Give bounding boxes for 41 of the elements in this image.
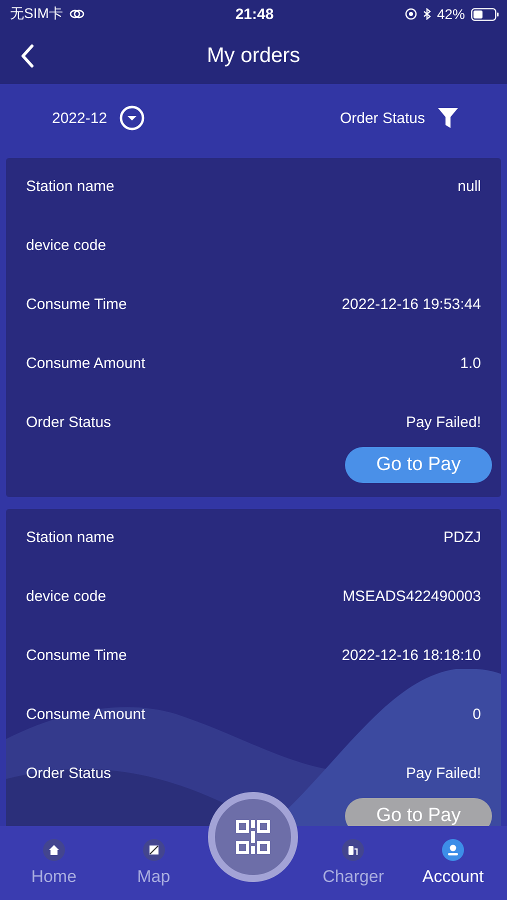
rotation-lock-icon xyxy=(404,8,417,20)
field-label: Consume Time xyxy=(26,647,127,664)
field-label: Consume Time xyxy=(26,296,127,313)
qr-code-icon xyxy=(236,820,270,854)
battery-percent: 42% xyxy=(436,6,465,22)
field-label: device code xyxy=(26,237,106,254)
field-value: 0 xyxy=(472,706,481,723)
filter-icon xyxy=(437,107,459,129)
home-icon xyxy=(48,844,60,856)
battery-icon xyxy=(471,8,499,20)
clock-time: 21:48 xyxy=(235,6,274,22)
field-value: 2022-12-16 19:53:44 xyxy=(342,296,481,313)
field-value: null xyxy=(458,178,481,195)
tab-item[interactable]: Home xyxy=(8,839,99,887)
field-label: Station name xyxy=(26,529,114,546)
carrier-text: 无SIM卡 xyxy=(10,5,63,23)
field-label: device code xyxy=(26,588,106,605)
charger-icon xyxy=(347,844,360,856)
user-icon xyxy=(446,843,460,857)
field-label: Order Status xyxy=(26,414,112,431)
field-value: Pay Failed! xyxy=(406,414,481,431)
order-status-filter[interactable]: Order Status xyxy=(340,107,459,129)
field-value: Pay Failed! xyxy=(406,765,481,782)
dropdown-icon xyxy=(119,105,146,131)
month-picker[interactable]: 2022-12 xyxy=(52,105,146,131)
tab-item[interactable]: Account xyxy=(408,839,498,887)
field-label: Consume Amount xyxy=(26,355,146,372)
page-title: My orders xyxy=(206,44,300,68)
map-icon xyxy=(148,844,160,856)
tab-item[interactable]: Charger xyxy=(308,839,398,887)
link-icon xyxy=(68,9,85,19)
field-value: 1.0 xyxy=(460,355,481,372)
go-to-pay-button[interactable]: Go to Pay xyxy=(345,447,492,483)
field-value: PDZJ xyxy=(444,529,481,546)
field-label: Order Status xyxy=(26,765,112,782)
field-value: MSEADS422490003 xyxy=(342,588,481,605)
field-value: 2022-12-16 18:18:10 xyxy=(342,647,481,664)
field-label: Consume Amount xyxy=(26,706,146,723)
field-label: Station name xyxy=(26,178,114,195)
bluetooth-icon xyxy=(422,8,431,20)
tab-item[interactable]: Map xyxy=(108,839,199,887)
